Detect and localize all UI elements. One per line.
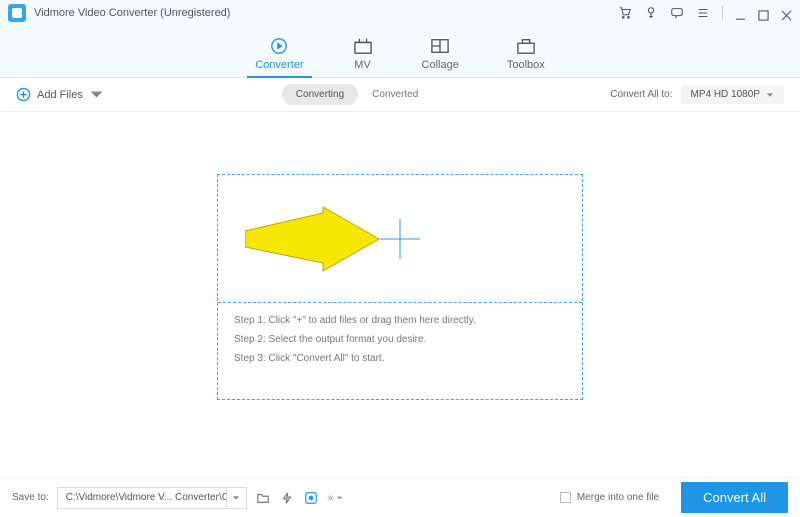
convert-all-button[interactable]: Convert All [681, 482, 788, 513]
main-area: Step 1: Click "+" to add files or drag t… [0, 112, 800, 477]
title-right-cluster [618, 6, 792, 20]
close-icon[interactable] [781, 8, 792, 19]
subtab-converting[interactable]: Converting [282, 84, 358, 105]
tab-toolbox-label: Toolbox [507, 59, 545, 71]
tab-converter[interactable]: Converter [255, 37, 303, 77]
output-format-select[interactable]: MP4 HD 1080P [681, 85, 784, 104]
chevron-down-icon [89, 87, 104, 102]
output-format-value: MP4 HD 1080P [691, 89, 760, 100]
step-1: Step 1: Click "+" to add files or drag t… [234, 315, 566, 326]
chevron-down-icon [766, 91, 774, 99]
chevron-down-icon [336, 491, 343, 505]
add-plus-icon[interactable] [380, 219, 420, 259]
tab-mv[interactable]: MV [352, 37, 374, 77]
high-speed-icon[interactable] [303, 490, 319, 506]
merge-checkbox[interactable]: Merge into one file [560, 492, 659, 503]
footer: Save to: C:\Vidmore\Vidmore V... Convert… [0, 477, 800, 517]
title-bar: Vidmore Video Converter (Unregistered) [0, 0, 800, 26]
save-path-dropdown[interactable] [226, 488, 246, 508]
main-tabs: Converter MV Collage Toolbox [0, 26, 800, 78]
step-2: Step 2: Select the output format you des… [234, 334, 566, 345]
feedback-icon[interactable] [670, 6, 684, 20]
window-title: Vidmore Video Converter (Unregistered) [34, 7, 230, 19]
tab-converter-label: Converter [255, 59, 303, 71]
key-icon[interactable] [644, 6, 658, 20]
app-logo-icon [8, 4, 26, 22]
convert-all-to: Convert All to: MP4 HD 1080P [610, 85, 784, 104]
convert-all-to-label: Convert All to: [610, 89, 672, 100]
gpu-accel-icon[interactable] [279, 490, 295, 506]
maximize-icon[interactable] [758, 8, 769, 19]
tab-collage-label: Collage [422, 59, 459, 71]
subtab-converted[interactable]: Converted [358, 84, 432, 105]
settings-gear-icon[interactable] [327, 490, 343, 506]
chevron-down-icon [232, 494, 240, 502]
open-folder-icon[interactable] [255, 490, 271, 506]
drop-zone-steps: Step 1: Click "+" to add files or drag t… [218, 303, 582, 376]
save-path-field[interactable]: C:\Vidmore\Vidmore V... Converter\Conver… [57, 487, 247, 509]
tab-collage[interactable]: Collage [422, 37, 459, 77]
toolbar: Add Files Converting Converted Convert A… [0, 78, 800, 112]
step-3: Step 3: Click "Convert All" to start. [234, 353, 566, 364]
checkbox-icon [560, 492, 571, 503]
drop-zone[interactable]: Step 1: Click "+" to add files or drag t… [217, 174, 583, 400]
save-to-label: Save to: [12, 492, 49, 503]
cart-icon[interactable] [618, 6, 632, 20]
save-path-value: C:\Vidmore\Vidmore V... Converter\Conver… [58, 492, 226, 503]
tab-toolbox[interactable]: Toolbox [507, 37, 545, 77]
add-files-button[interactable]: Add Files [16, 87, 104, 102]
tab-mv-label: MV [354, 59, 371, 71]
add-files-label: Add Files [37, 89, 83, 101]
minimize-icon[interactable] [735, 8, 746, 19]
menu-icon[interactable] [696, 6, 710, 20]
merge-label: Merge into one file [577, 492, 659, 503]
drop-zone-top[interactable] [218, 175, 582, 303]
separator [722, 6, 723, 20]
subtabs: Converting Converted [282, 84, 433, 105]
